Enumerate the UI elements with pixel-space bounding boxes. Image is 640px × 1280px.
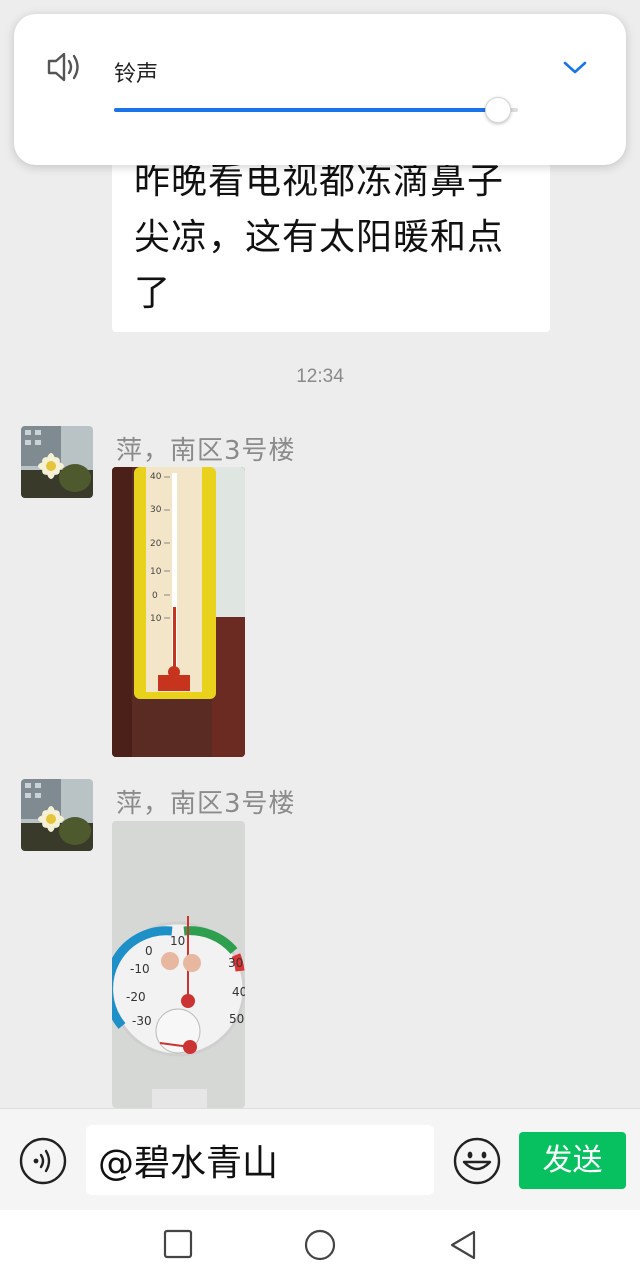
- send-button[interactable]: 发送: [519, 1132, 626, 1189]
- thermometer-photo[interactable]: 40 30 20 10 0 10: [112, 467, 245, 757]
- recent-apps-icon[interactable]: [163, 1229, 193, 1263]
- dial-label: 50: [229, 1012, 244, 1026]
- volume-panel: 铃声: [14, 14, 626, 165]
- back-icon[interactable]: [448, 1229, 478, 1265]
- dial-label: 0: [145, 944, 153, 958]
- avatar[interactable]: [21, 426, 93, 498]
- home-icon[interactable]: [304, 1229, 336, 1265]
- chat-input-bar: 发送: [0, 1108, 640, 1210]
- volume-slider-thumb[interactable]: [484, 97, 511, 123]
- chat-message-list[interactable]: 昨晚看电视都冻滴鼻子 尖凉，这有太阳暖和点 了 12:34 萍，南区3号楼 40…: [0, 0, 640, 1108]
- volume-slider-fill: [114, 108, 498, 112]
- scale-label: 10: [150, 567, 162, 577]
- message-timestamp: 12:34: [296, 366, 344, 387]
- sender-name: 萍，南区3号楼: [116, 436, 296, 466]
- scale-label: 0: [152, 591, 158, 601]
- message-line: 了: [134, 273, 172, 314]
- dial-label: 30: [228, 956, 243, 970]
- dial-label: -30: [132, 1014, 152, 1028]
- scale-label: 20: [150, 539, 162, 549]
- dial-label: 10: [170, 934, 185, 948]
- dial-label: -20: [126, 990, 146, 1004]
- volume-stream-label: 铃声: [114, 62, 159, 87]
- voice-icon[interactable]: [18, 1136, 68, 1190]
- text-message-bubble[interactable]: 昨晚看电视都冻滴鼻子 尖凉，这有太阳暖和点 了: [112, 140, 550, 332]
- scale-label: 40: [150, 472, 162, 482]
- emoji-icon[interactable]: [452, 1136, 502, 1190]
- scale-label: 30: [150, 505, 162, 515]
- sender-name: 萍，南区3号楼: [116, 789, 296, 819]
- message-line: 尖凉，这有太阳暖和点: [134, 217, 505, 258]
- avatar[interactable]: [21, 779, 93, 851]
- message-input[interactable]: [86, 1125, 434, 1195]
- hygrometer-photo[interactable]: 10 0 -10 -20 -30 30 40 50: [112, 821, 245, 1108]
- chevron-down-icon[interactable]: [562, 58, 588, 82]
- scale-label: 10: [150, 614, 162, 624]
- volume-slider[interactable]: [114, 97, 518, 123]
- dial-label: -10: [130, 962, 150, 976]
- dial-label: 40: [232, 985, 245, 999]
- system-nav-bar: [0, 1210, 640, 1280]
- speaker-icon[interactable]: [46, 50, 84, 88]
